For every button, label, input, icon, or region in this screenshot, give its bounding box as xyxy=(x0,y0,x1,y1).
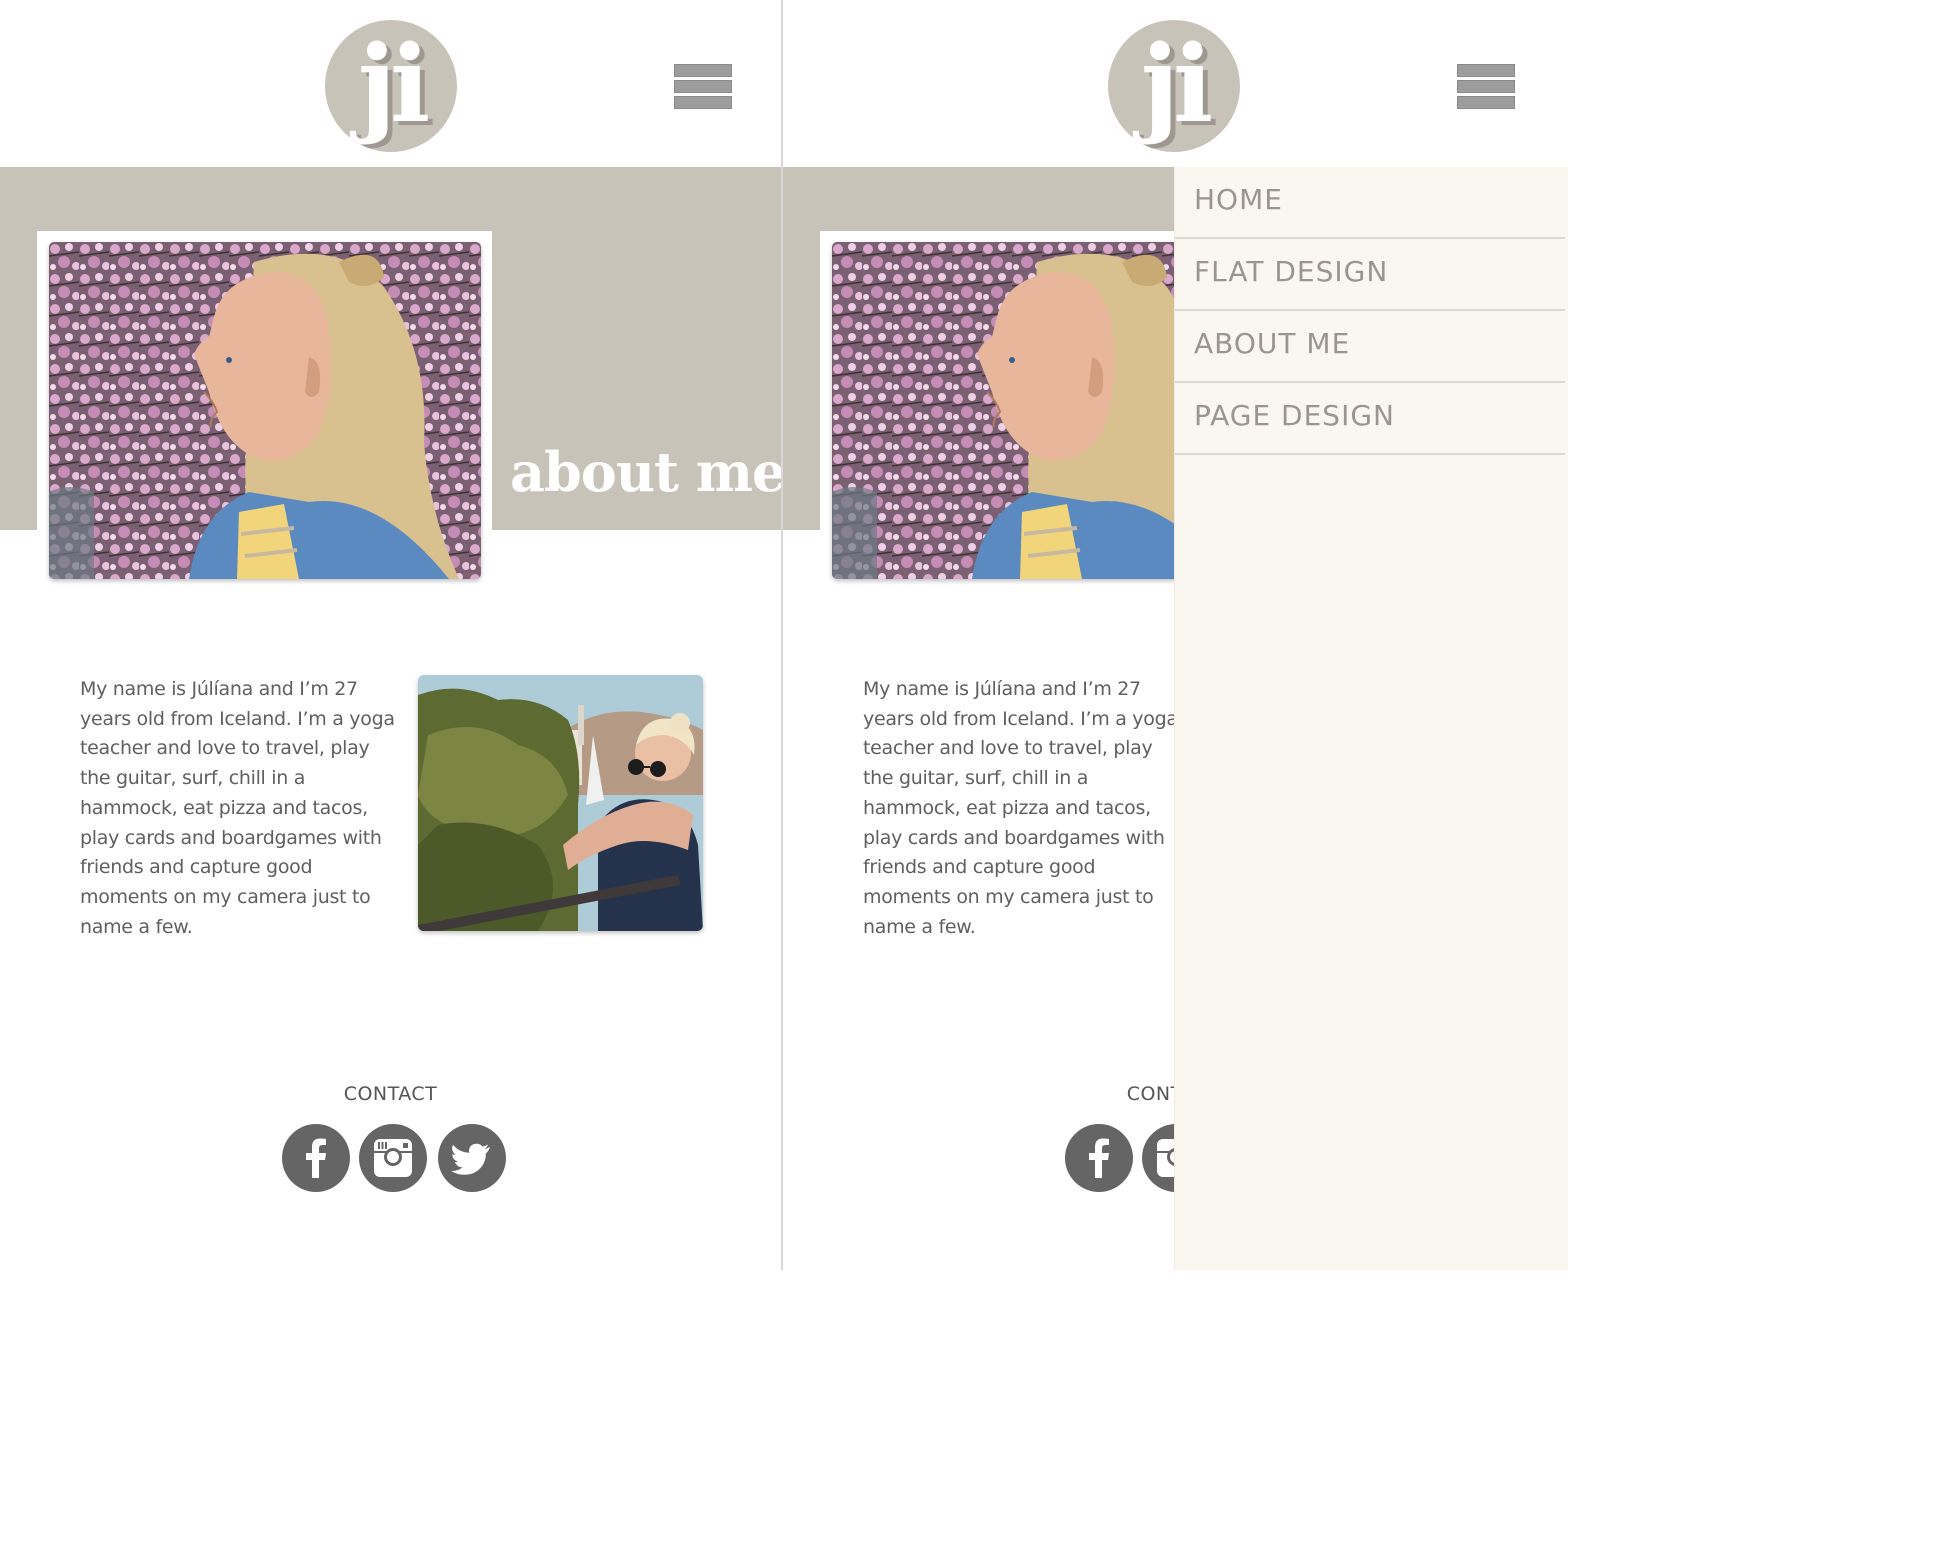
hero-photo xyxy=(49,242,481,579)
facebook-icon xyxy=(306,1138,326,1178)
twitter-icon xyxy=(451,1143,490,1175)
logo-text: ji xyxy=(357,21,431,146)
hamburger-menu-button[interactable] xyxy=(1457,64,1515,109)
instagram-icon xyxy=(374,1139,412,1177)
travel-photo xyxy=(418,675,703,931)
contact-label: CONTACT xyxy=(343,1083,438,1105)
menu-item-label: PAGE DESIGN xyxy=(1194,399,1395,432)
logo-text: ji xyxy=(1140,21,1214,146)
bio-text: My name is Júlíana and I’m 27 years old … xyxy=(863,678,1178,938)
bio-text: My name is Júlíana and I’m 27 years old … xyxy=(80,678,395,938)
nav-drawer: HOME FLAT DESIGN ABOUT ME PAGE DESIGN xyxy=(1174,167,1568,1270)
screen-menu-closed: ji about me My name is Júlíana and I’m 2… xyxy=(0,0,781,1270)
twitter-button[interactable] xyxy=(438,1124,506,1192)
menu-item-label: FLAT DESIGN xyxy=(1194,255,1389,288)
menu-item-flat-design[interactable]: FLAT DESIGN xyxy=(1175,239,1565,311)
menu-item-label: HOME xyxy=(1194,183,1283,216)
menu-item-label: ABOUT ME xyxy=(1194,327,1351,360)
about-title: about me xyxy=(510,440,781,504)
instagram-button[interactable] xyxy=(359,1124,427,1192)
facebook-button[interactable] xyxy=(1065,1124,1133,1192)
menu-item-home[interactable]: HOME xyxy=(1175,167,1565,239)
facebook-icon xyxy=(1089,1138,1109,1178)
logo[interactable]: ji xyxy=(1108,20,1240,152)
facebook-button[interactable] xyxy=(282,1124,350,1192)
menu-item-about-me[interactable]: ABOUT ME xyxy=(1175,311,1565,383)
menu-item-page-design[interactable]: PAGE DESIGN xyxy=(1175,383,1565,455)
hamburger-menu-button[interactable] xyxy=(674,64,732,109)
logo[interactable]: ji xyxy=(325,20,457,152)
stage: ji about me My name is Júlíana and I’m 2… xyxy=(0,0,1568,1270)
